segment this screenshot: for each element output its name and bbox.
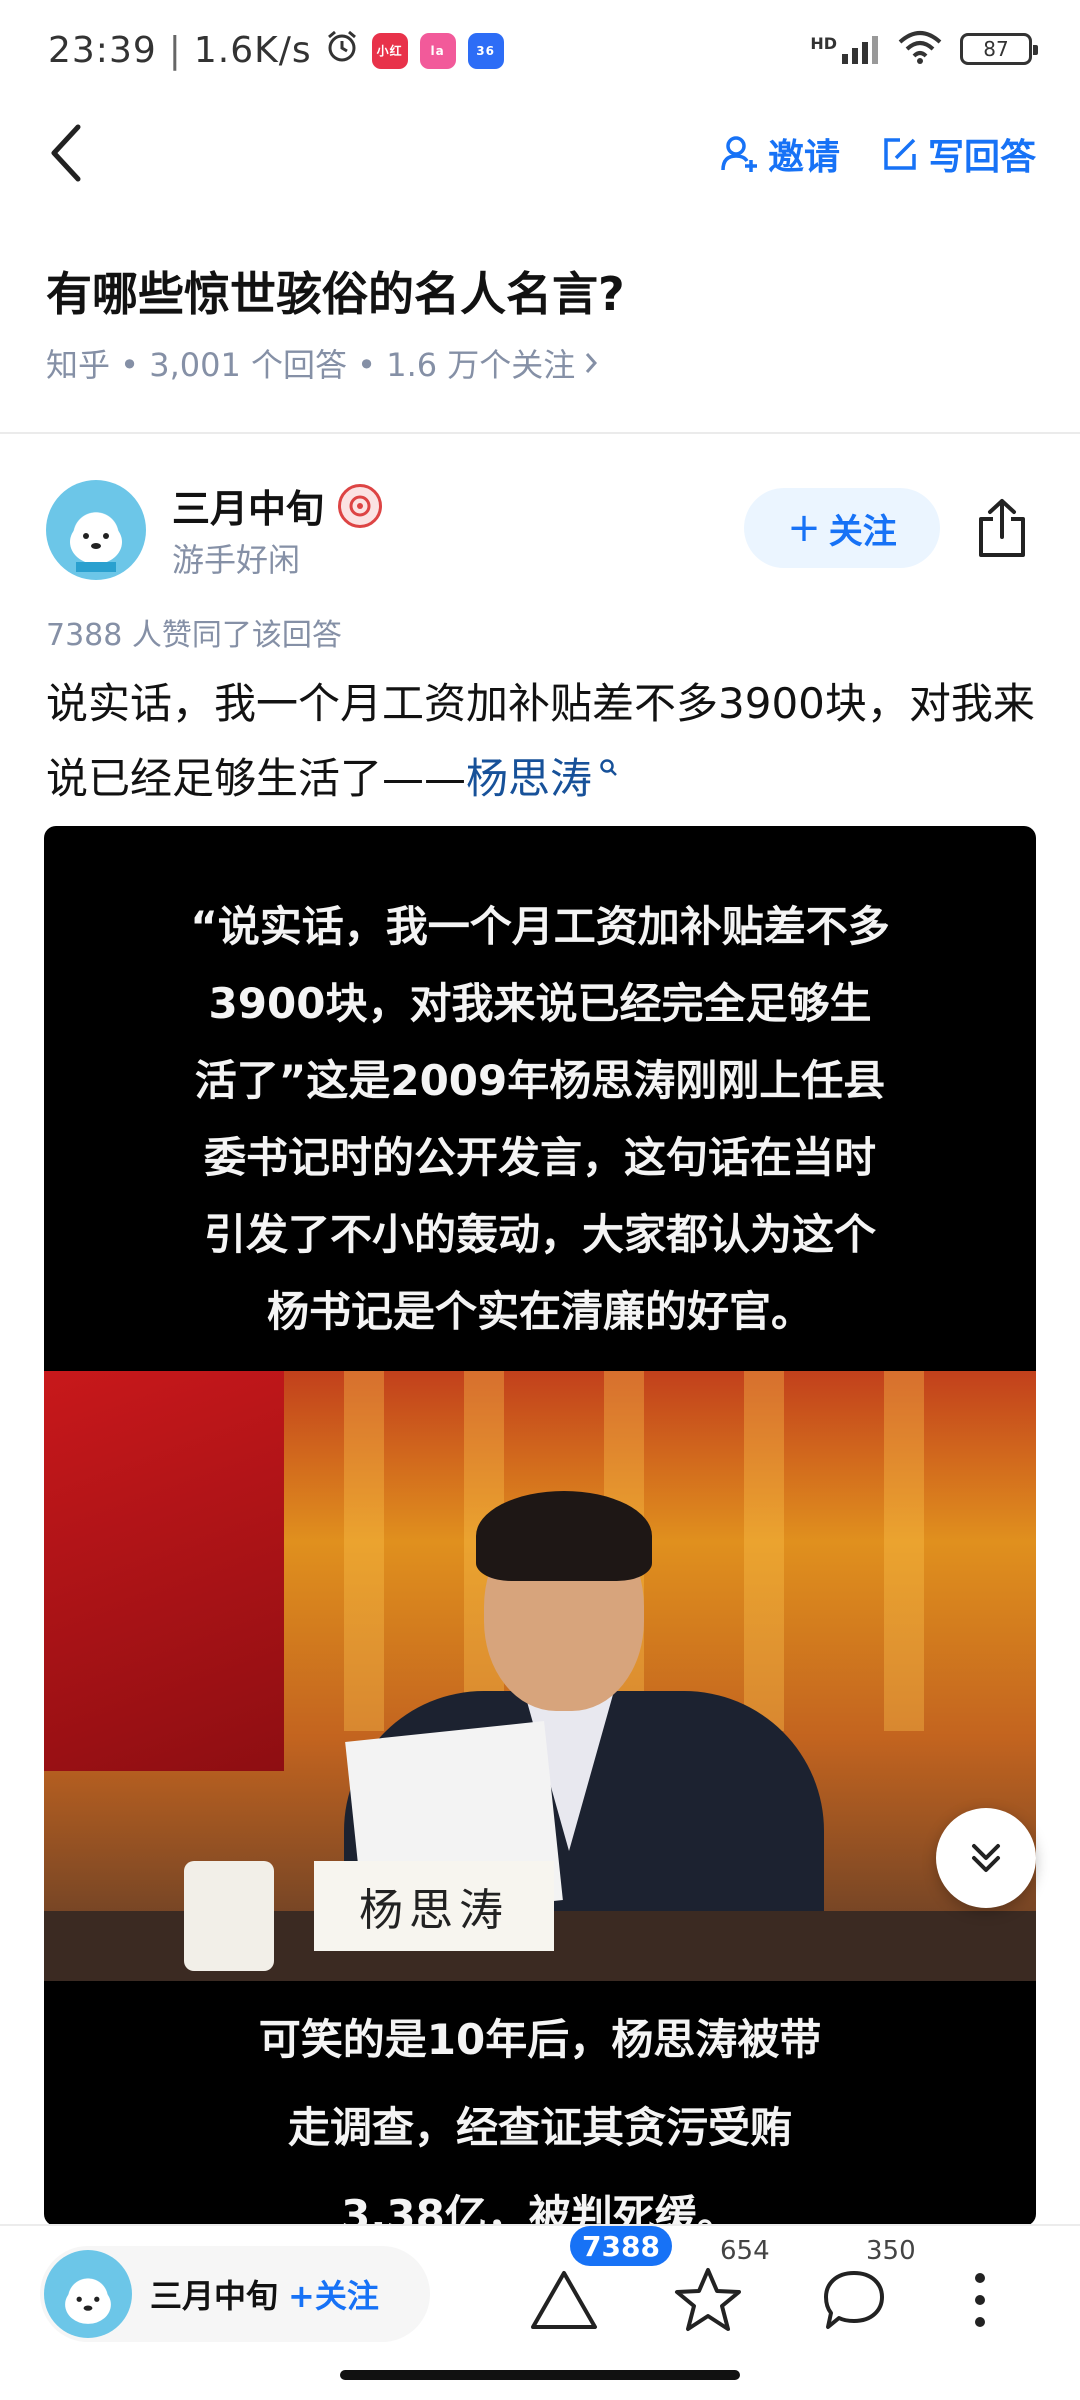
upvote-triangle-icon — [531, 2271, 597, 2329]
red-flag — [44, 1371, 284, 1771]
image-caption-line: 可笑的是10年后，杨思涛被带 — [258, 2015, 822, 2064]
curtain-fold — [884, 1371, 924, 1731]
author-bio: 游手好闲 — [172, 541, 301, 579]
status-bar: 23:39 | 1.6K/s 小红 la 36 HD 87 — [0, 0, 1080, 108]
bottom-author-chip[interactable]: 三月中旬 +关注 — [40, 2246, 430, 2342]
vote-count-text: 7388 人赞同了该回答 — [46, 618, 342, 653]
write-answer-button[interactable]: 写回答 — [880, 128, 1036, 180]
hd-label: HD — [810, 34, 837, 53]
write-answer-label: 写回答 — [927, 137, 1036, 178]
bottom-author-name[interactable]: 三月中旬 — [150, 2271, 278, 2317]
image-photo: 杨思涛 — [44, 1371, 1036, 1981]
status-separator: | — [168, 30, 182, 71]
comment-button[interactable] — [814, 2260, 894, 2340]
vote-count-badge: 7388 — [570, 2226, 672, 2266]
divider — [0, 432, 1080, 434]
more-vertical-icon — [975, 2273, 985, 2327]
invite-button[interactable]: 邀请 — [720, 128, 840, 180]
image-caption-line: “说实话，我一个月工资加补贴差不多 — [190, 902, 890, 951]
share-icon — [979, 499, 1025, 557]
double-chevron-down-icon — [972, 1844, 1000, 1872]
favorite-button[interactable] — [668, 2260, 748, 2340]
comment-bubble-icon — [824, 2271, 884, 2329]
search-icon[interactable] — [592, 759, 619, 784]
nav-bar: 邀请 写回答 — [0, 108, 1080, 198]
question-title[interactable]: 有哪些惊世骇俗的名人名言? — [46, 258, 625, 324]
question-meta[interactable]: 知乎 • 3,001 个回答 • 1.6 万个关注 — [46, 340, 601, 386]
status-network-speed: 1.6K/s — [193, 30, 312, 71]
status-time: 23:39 — [48, 30, 157, 71]
image-caption-line: 走调查，经查证其贪污受贿 — [287, 2103, 792, 2152]
bottom-author-avatar[interactable] — [44, 2250, 132, 2338]
tea-cup — [184, 1861, 274, 1971]
share-button[interactable] — [970, 492, 1034, 564]
image-caption-top: “说实话，我一个月工资加补贴差不多 3900块，对我来说已经完全足够生 活了”这… — [44, 888, 1036, 1350]
status-right: HD 87 — [810, 30, 1038, 68]
image-caption-line: 活了”这是2009年杨思涛刚刚上任县 — [194, 1056, 886, 1105]
bottom-follow-button[interactable]: +关注 — [288, 2271, 379, 2317]
chevron-left-icon — [51, 124, 81, 182]
author-avatar[interactable] — [46, 480, 146, 580]
36kr-app-icon: 36 — [467, 32, 504, 69]
plus-icon: + — [787, 505, 821, 551]
favorite-count: 654 — [720, 2236, 770, 2266]
upvote-button[interactable] — [524, 2260, 604, 2340]
person-hair — [476, 1491, 652, 1581]
author-badge-icon — [338, 483, 383, 528]
image-caption-line: 引发了不小的轰动，大家都认为这个 — [203, 1210, 876, 1259]
edit-icon — [884, 138, 916, 170]
next-answer-button[interactable] — [936, 1808, 1036, 1908]
battery-level: 87 — [983, 37, 1009, 61]
comment-count: 350 — [866, 2236, 916, 2266]
back-button[interactable] — [36, 118, 96, 188]
author-name[interactable]: 三月中旬 — [172, 478, 324, 533]
battery-icon: 87 — [960, 33, 1038, 65]
follow-label: 关注 — [828, 511, 897, 552]
home-indicator[interactable] — [340, 2370, 740, 2380]
more-options-button[interactable] — [940, 2260, 1020, 2340]
status-left: 23:39 | 1.6K/s 小红 la 36 — [48, 28, 504, 73]
lalal-app-icon: la — [419, 32, 456, 69]
nameplate: 杨思涛 — [314, 1861, 554, 1951]
question-meta-text: 知乎 • 3,001 个回答 • 1.6 万个关注 — [46, 346, 576, 384]
image-caption-line: 杨书记是个实在清廉的好官。 — [266, 1287, 813, 1336]
answer-search-link[interactable]: 杨思涛 — [466, 754, 592, 803]
star-icon — [675, 2268, 741, 2331]
alarm-icon — [324, 28, 360, 73]
nav-actions: 邀请 写回答 — [720, 128, 1036, 180]
curtain-fold — [744, 1371, 784, 1731]
xiaohongshu-app-icon: 小红 — [371, 32, 408, 69]
author-name-row: 三月中旬 — [172, 478, 383, 533]
signal-icon: HD — [810, 34, 880, 64]
image-caption-bottom: 可笑的是10年后，杨思涛被带 走调查，经查证其贪污受贿 3.38亿，被判死缓。 — [44, 1996, 1036, 2226]
chevron-right-icon — [586, 353, 598, 373]
answer-text: 说实话，我一个月工资加补贴差不多3900块，对我来说已经足够生活了——杨思涛 — [46, 670, 1036, 813]
image-caption-line: 3900块，对我来说已经完全足够生 — [208, 979, 872, 1028]
person-add-icon — [721, 136, 757, 172]
follow-button[interactable]: + 关注 — [744, 488, 940, 568]
image-caption-line: 委书记时的公开发言，这句话在当时 — [203, 1133, 876, 1182]
bottom-follow-label: 关注 — [314, 2277, 379, 2315]
answer-image[interactable]: “说实话，我一个月工资加补贴差不多 3900块，对我来说已经完全足够生 活了”这… — [44, 826, 1036, 2226]
image-caption-line: 3.38亿，被判死缓。 — [341, 2191, 739, 2226]
invite-label: 邀请 — [767, 137, 840, 178]
wifi-icon — [898, 30, 942, 68]
curtain-fold — [344, 1371, 384, 1731]
